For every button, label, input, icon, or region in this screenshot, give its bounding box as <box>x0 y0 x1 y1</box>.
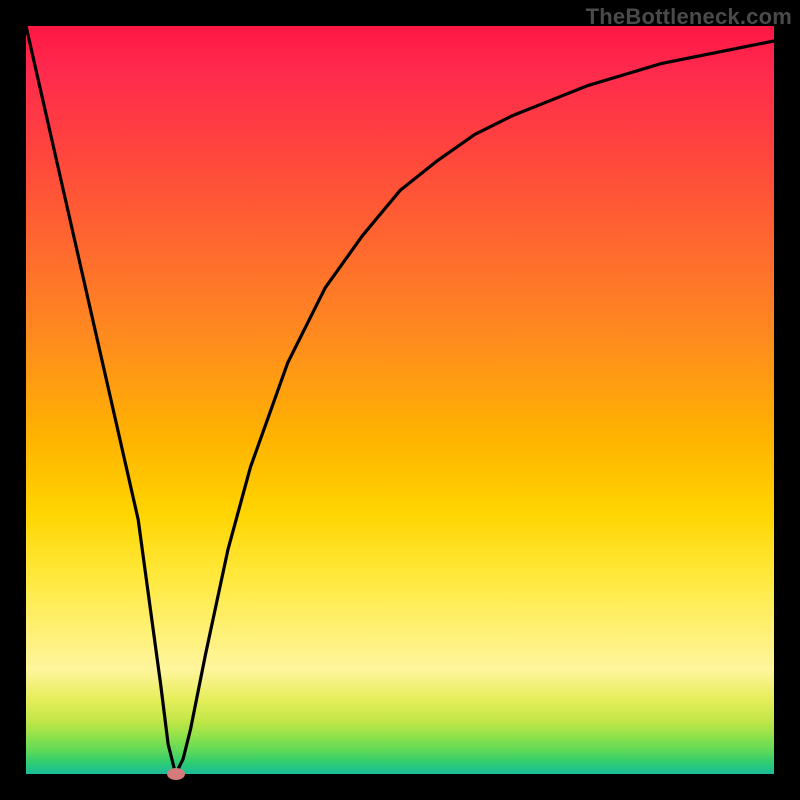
chart-frame: TheBottleneck.com <box>0 0 800 800</box>
watermark-label: TheBottleneck.com <box>586 4 792 30</box>
bottleneck-curve <box>26 26 774 774</box>
optimum-marker <box>167 768 185 780</box>
chart-plot-area <box>26 26 774 774</box>
